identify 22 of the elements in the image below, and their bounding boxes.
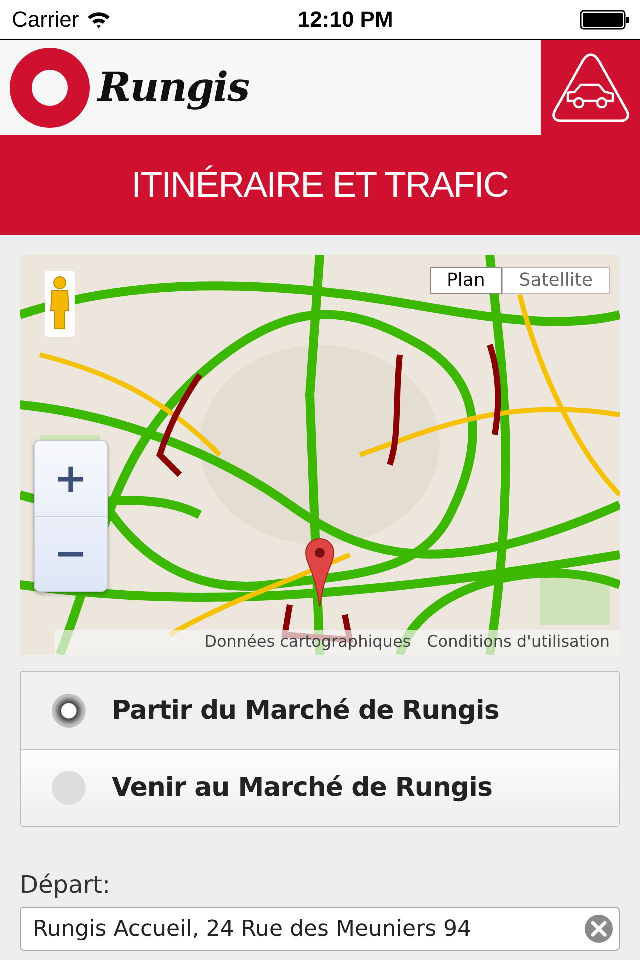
- departure-field[interactable]: Rungis Accueil, 24 Rue des Meuniers 94: [20, 907, 620, 951]
- page-title: ITINÉRAIRE ET TRAFIC: [132, 164, 508, 206]
- map-link[interactable]: Données cartographiques: [204, 632, 412, 651]
- map-link[interactable]: Conditions d'utilisation: [427, 632, 610, 651]
- map-pin-icon: [305, 538, 335, 608]
- clock-time: 12:10 PM: [298, 6, 394, 32]
- zoom-in-button[interactable]: +: [35, 441, 107, 516]
- zoom-out-button[interactable]: −: [35, 516, 107, 591]
- map-type-tab[interactable]: Satellite: [502, 267, 610, 294]
- radio-button[interactable]: [52, 771, 86, 805]
- field-label: Départ:: [20, 871, 112, 899]
- map-type-tab[interactable]: Plan: [430, 267, 502, 294]
- battery-icon: [580, 10, 630, 30]
- traffic-button[interactable]: [541, 40, 640, 135]
- route-option[interactable]: Venir au Marché de Rungis: [21, 749, 619, 826]
- clear-icon[interactable]: [583, 913, 615, 945]
- wifi-icon: [87, 10, 112, 28]
- logo-wordmark: Rungis: [98, 64, 250, 111]
- carrier-name: Carrier: [12, 6, 80, 32]
- pegman-icon[interactable]: [45, 271, 75, 337]
- ring-logo-icon: [10, 48, 90, 128]
- radio-button[interactable]: [52, 694, 86, 728]
